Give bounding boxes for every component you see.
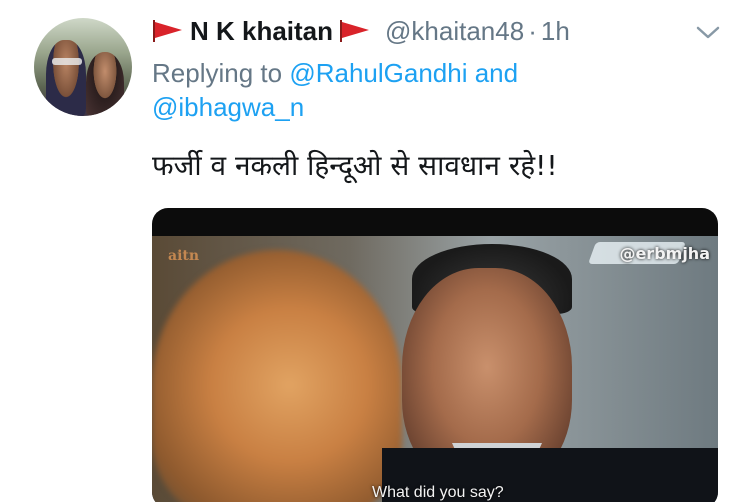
avatar-person-left [46,40,86,116]
replying-to: Replying to @RahulGandhi and @ibhagwa_n [152,56,712,124]
media-subtitle: What did you say? [372,484,504,501]
media-channel-logo: aitn [168,248,200,264]
media-watermark: @erbmjha [619,244,710,263]
replying-to-label: Replying to [152,58,283,88]
mention-and[interactable]: and [475,58,518,88]
media-blurred-foreground [152,250,402,502]
chevron-down-icon[interactable] [694,20,722,44]
mention-link[interactable]: @ibhagwa_n [152,92,304,122]
flag-icon [339,20,371,42]
tweet-header: N K khaitan @khaitan48 · 1h [152,14,570,48]
timestamp[interactable]: 1h [541,16,570,47]
avatar[interactable] [34,18,132,116]
avatar-person-right [86,52,124,116]
flag-icon [152,20,184,42]
author-handle[interactable]: @khaitan48 [385,16,524,47]
tweet-container: N K khaitan @khaitan48 · 1h Replying to … [0,0,746,502]
avatar-glasses [52,58,82,65]
mention-link[interactable]: @RahulGandhi [289,58,467,88]
author-name[interactable]: N K khaitan [190,16,333,47]
separator-dot: · [528,15,537,46]
tweet-text: फर्जी व नकली हिन्दूओ से सावधान रहे!! [152,149,558,182]
tweet-media-image[interactable]: aitn @erbmjha What did you say? [152,208,718,502]
